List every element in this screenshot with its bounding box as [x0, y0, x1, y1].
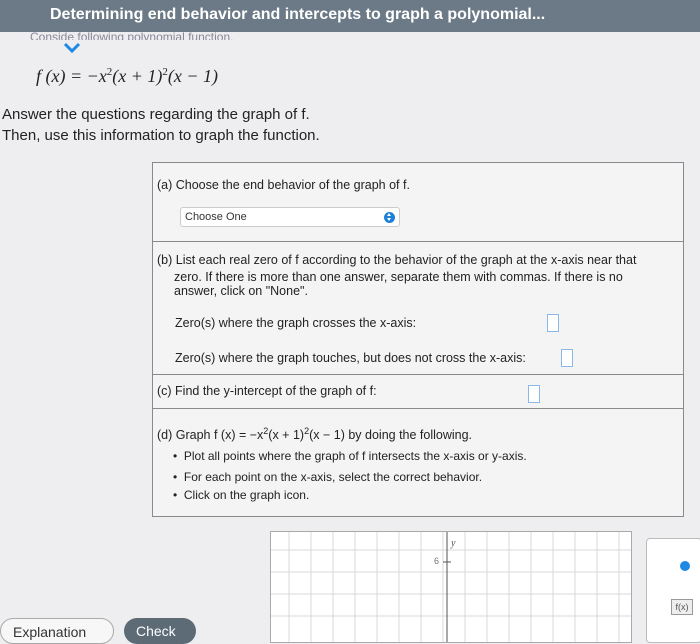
- bullet-item: • Click on the graph icon.: [173, 488, 310, 502]
- graph-area[interactable]: y 6: [270, 531, 632, 643]
- tick-label-6: 6: [434, 556, 440, 566]
- y-intercept-input[interactable]: [528, 385, 540, 403]
- bullet-item: • For each point on the x-axis, select t…: [173, 470, 483, 484]
- y-axis-label: y: [451, 538, 456, 549]
- bullet-item: • Plot all points where the graph of f i…: [173, 449, 527, 463]
- divider: [153, 374, 683, 375]
- title-bar: Determining end behavior and intercepts …: [0, 0, 700, 32]
- check-button[interactable]: Check: [124, 618, 196, 644]
- page-title: Determining end behavior and intercepts …: [50, 6, 546, 23]
- part-a-label: (a) Choose the end behavior of the graph…: [157, 178, 410, 192]
- part-b-line1: (b) List each real zero of f according t…: [157, 253, 637, 267]
- crosses-input[interactable]: [547, 314, 559, 332]
- select-value: Choose One: [185, 211, 247, 223]
- divider: [153, 241, 683, 242]
- chevron-down-icon[interactable]: [57, 36, 87, 60]
- part-c-label: (c) Find the y-intercept of the graph of…: [157, 384, 377, 398]
- function-formula: f (x) = −x2(x + 1)2(x − 1): [36, 66, 219, 86]
- function-graph-icon[interactable]: f(x): [671, 599, 693, 615]
- instruction-line-2: Then, use this information to graph the …: [2, 127, 320, 144]
- part-b-line3: answer, click on "None".: [174, 284, 308, 298]
- graph-tools: f(x): [646, 538, 700, 643]
- instructions: Answer the questions regarding the graph…: [2, 104, 320, 146]
- explanation-button[interactable]: Explanation: [0, 618, 114, 644]
- part-d-label: (d) Graph f (x) = −x2(x + 1)2(x − 1) by …: [157, 426, 473, 443]
- touches-label: Zero(s) where the graph touches, but doe…: [175, 351, 526, 365]
- select-arrows-icon: [384, 212, 395, 223]
- touches-input[interactable]: [561, 349, 573, 367]
- divider: [153, 408, 683, 409]
- crosses-label: Zero(s) where the graph crosses the x-ax…: [175, 316, 417, 330]
- point-tool-icon[interactable]: [680, 561, 690, 571]
- instruction-line-1: Answer the questions regarding the graph…: [2, 106, 310, 123]
- end-behavior-select[interactable]: Choose One: [180, 207, 400, 227]
- part-b-line2: zero. If there is more than one answer, …: [174, 270, 623, 284]
- questions-panel: (a) Choose the end behavior of the graph…: [152, 162, 684, 517]
